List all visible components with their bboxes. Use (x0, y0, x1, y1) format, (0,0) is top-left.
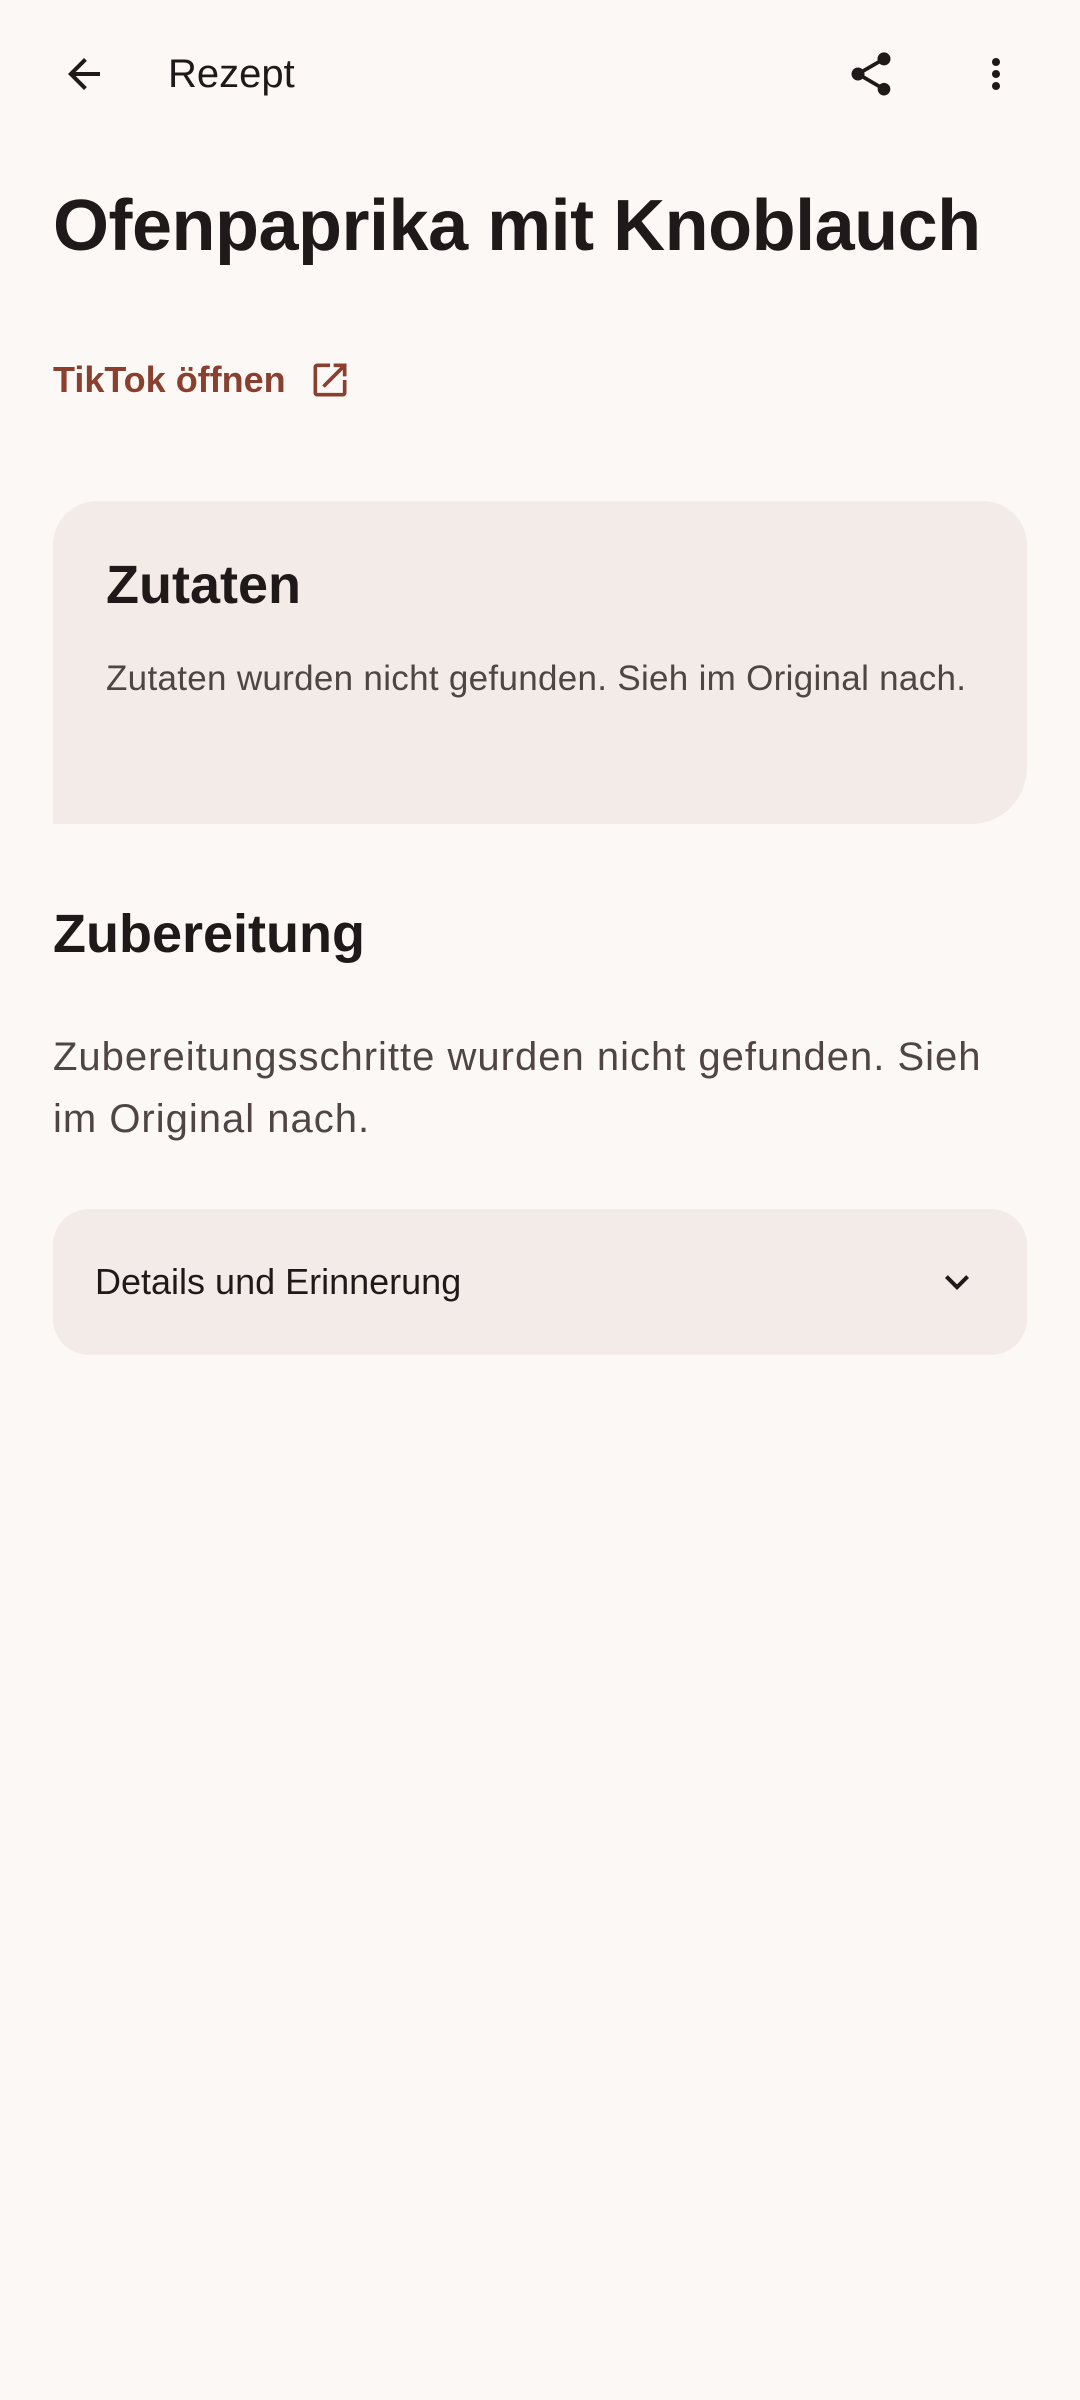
share-icon (851, 52, 891, 96)
open-tiktok-link[interactable]: TikTok öffnen (53, 352, 352, 408)
ingredients-heading: Zutaten (106, 555, 301, 615)
preparation-heading: Zubereitung (53, 904, 365, 964)
share-button[interactable] (823, 26, 919, 122)
open-in-new-icon (313, 363, 347, 397)
details-reminder-expander[interactable]: Details und Erinnerung (53, 1209, 1027, 1355)
ingredients-empty-text: Zutaten wurden nicht gefunden. Sieh im O… (106, 659, 967, 698)
more-options-button[interactable] (948, 26, 1044, 122)
arrow-back-icon (68, 58, 100, 90)
app-bar-title: Rezept (168, 52, 295, 96)
back-button[interactable] (36, 26, 132, 122)
ingredients-card: Zutaten Zutaten wurden nicht gefunden. S… (53, 501, 1027, 824)
details-reminder-label: Details und Erinnerung (95, 1261, 462, 1302)
top-app-bar: Rezept (0, 0, 1080, 148)
more-vert-icon (992, 58, 1000, 90)
preparation-empty-text: Zubereitungsschritte wurden nicht gefund… (53, 1035, 982, 1141)
chevron-down-icon (929, 1254, 985, 1310)
open-tiktok-label: TikTok öffnen (53, 359, 286, 400)
recipe-title: Ofenpaprika mit Knoblauch (53, 186, 981, 266)
